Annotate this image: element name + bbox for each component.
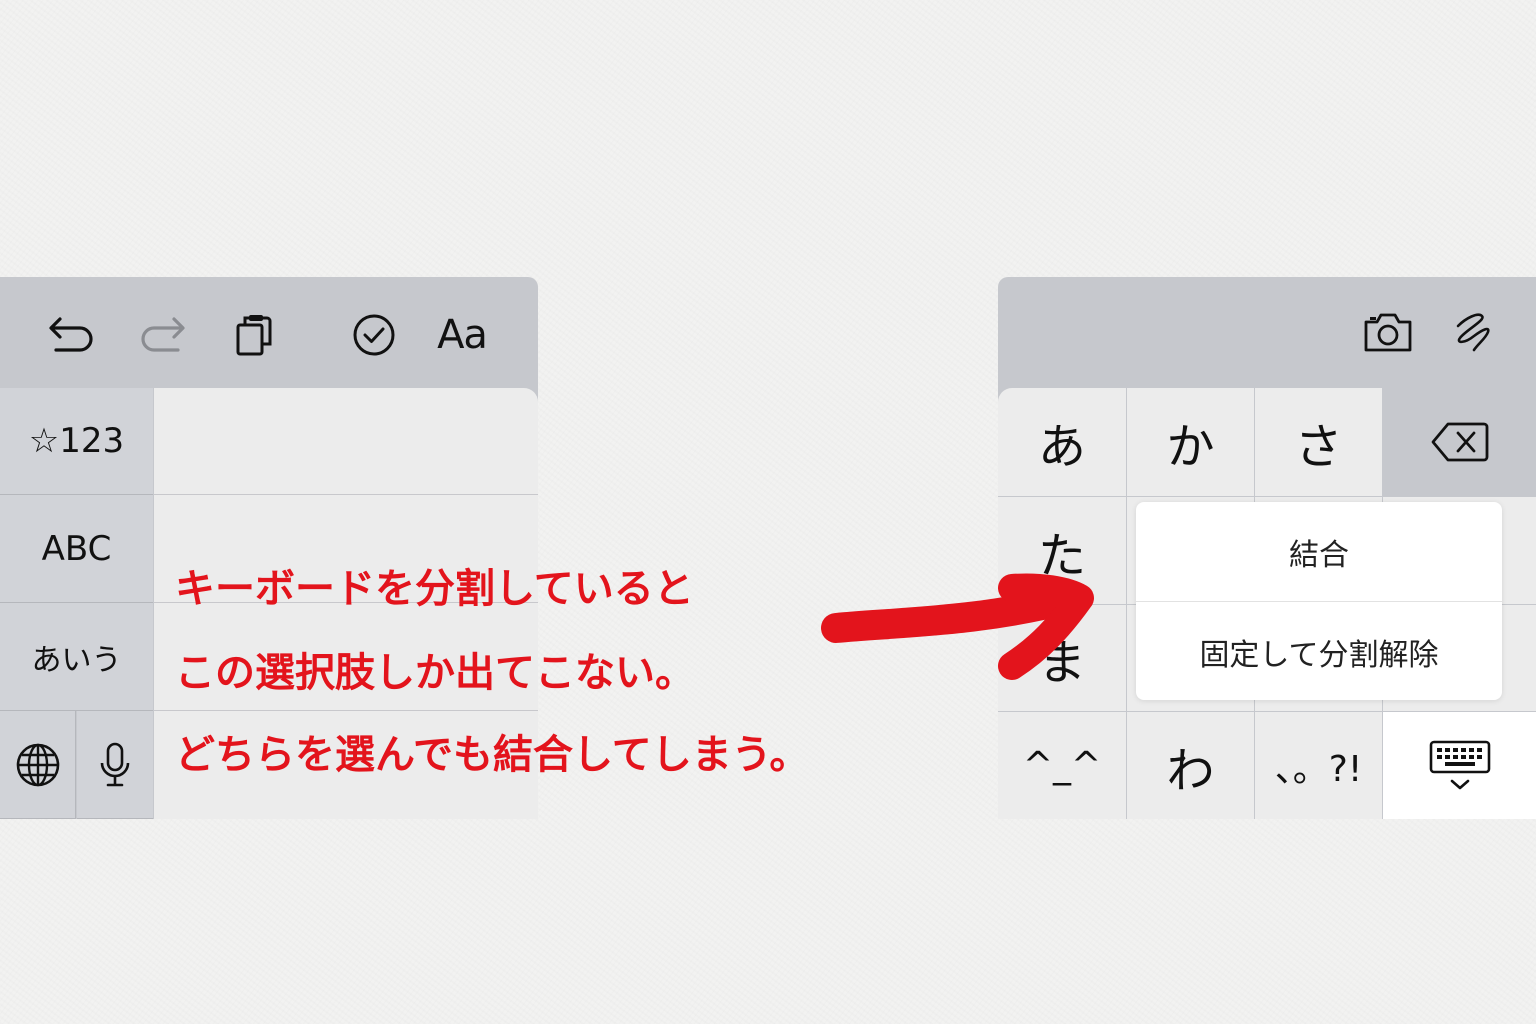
text-format-label: Aa: [437, 312, 488, 358]
key-a-label: あ: [1037, 419, 1086, 475]
keyboard-dismiss-icon: [1429, 740, 1490, 789]
merge-option-label: 結合: [1289, 537, 1349, 573]
divider: [154, 494, 538, 495]
undo-icon[interactable]: [44, 307, 100, 363]
keyboard-dismiss-key[interactable]: [1383, 712, 1536, 819]
camera-icon[interactable]: [1360, 304, 1416, 360]
key-wa-label: わ: [1166, 742, 1215, 799]
globe-icon: [16, 743, 59, 786]
key-sa-label: さ: [1294, 419, 1343, 475]
checkmark-icon[interactable]: [346, 307, 402, 363]
delete-icon: [1431, 422, 1488, 462]
merge-option[interactable]: 結合: [1136, 502, 1502, 601]
key-sa[interactable]: さ: [1255, 388, 1382, 496]
emoticon-key-label: ^_^: [1022, 745, 1102, 786]
kana-key-label: あいう: [31, 642, 122, 678]
key-ma[interactable]: ま: [998, 605, 1126, 711]
microphone-key[interactable]: [77, 711, 153, 819]
abc-key-label: ABC: [41, 528, 112, 569]
kana-key[interactable]: あいう: [0, 603, 153, 711]
text-format-icon[interactable]: Aa: [430, 307, 494, 363]
punctuation-key[interactable]: 、。?!: [1255, 712, 1382, 819]
key-a[interactable]: あ: [998, 388, 1126, 496]
key-ma-label: ま: [1037, 635, 1086, 691]
numbers-key[interactable]: ☆123: [0, 388, 153, 495]
redo-icon[interactable]: [134, 307, 190, 363]
punctuation-key-label: 、。?!: [1274, 748, 1363, 790]
emoticon-key[interactable]: ^_^: [998, 712, 1126, 819]
key-ka-label: か: [1166, 419, 1215, 475]
dock-and-split-option[interactable]: 固定して分割解除: [1136, 602, 1502, 701]
globe-key[interactable]: [0, 711, 76, 819]
microphone-icon: [100, 742, 130, 786]
divider: [154, 710, 538, 711]
annotation-line-2: この選択肢しか出てこない。: [175, 650, 695, 696]
delete-key[interactable]: [1383, 388, 1536, 496]
key-ta[interactable]: た: [998, 497, 1126, 604]
key-ka[interactable]: か: [1127, 388, 1254, 496]
left-toolbar: Aa: [0, 277, 538, 387]
paste-icon[interactable]: [227, 307, 283, 363]
annotation-line-3: どちらを選んでも結合してしまう。: [175, 732, 810, 778]
keyboard-options-popup: 結合 固定して分割解除: [1136, 502, 1502, 700]
key-ta-label: た: [1037, 527, 1086, 584]
handwriting-icon[interactable]: [1444, 304, 1500, 360]
abc-key[interactable]: ABC: [0, 495, 153, 603]
numbers-key-label: ☆123: [28, 421, 125, 461]
dock-and-split-option-label: 固定して分割解除: [1199, 637, 1439, 673]
key-wa[interactable]: わ: [1127, 712, 1254, 819]
annotation-line-1: キーボードを分割していると: [175, 566, 694, 612]
